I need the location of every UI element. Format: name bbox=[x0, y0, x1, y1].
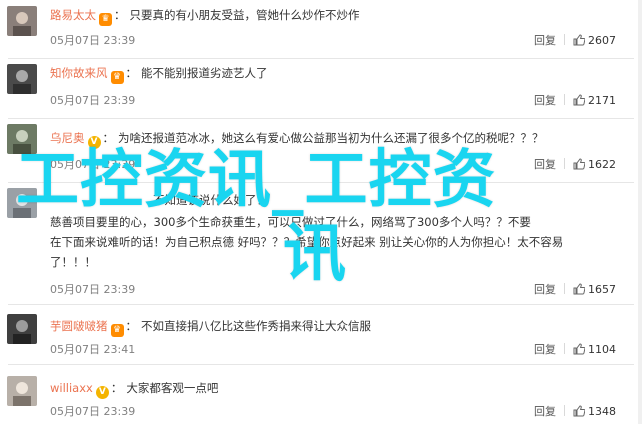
scrollbar[interactable] bbox=[638, 0, 642, 424]
thumbs-up-icon bbox=[573, 158, 586, 170]
comment-text: 能不能别报道劣迹艺人了 bbox=[141, 66, 268, 80]
like-count: 2171 bbox=[588, 94, 616, 107]
divider bbox=[564, 343, 565, 354]
avatar[interactable] bbox=[7, 314, 37, 344]
username-link[interactable]: 芋圆啵啵猪 bbox=[50, 319, 108, 333]
divider bbox=[564, 405, 565, 416]
like-count: 2607 bbox=[588, 34, 616, 47]
timestamp: 05月07日 23:41 bbox=[50, 343, 136, 356]
thumbs-up-icon bbox=[573, 343, 586, 355]
comment-text: 不如直接捐八亿比这些作秀捐来得让大众信服 bbox=[141, 319, 371, 333]
reply-button[interactable]: 回复 bbox=[534, 94, 556, 107]
divider bbox=[564, 94, 565, 105]
like-button[interactable]: 1104 bbox=[573, 343, 616, 356]
divider bbox=[564, 34, 565, 45]
username-link[interactable]: 乌尼奥 bbox=[50, 131, 85, 145]
comment-item: 不知道该说什么好了！ 慈善项目要里的心，300多个生命获重生，可以只做过了什么，… bbox=[0, 182, 642, 304]
avatar[interactable] bbox=[7, 6, 37, 36]
avatar[interactable] bbox=[7, 188, 37, 218]
reply-button[interactable]: 回复 bbox=[534, 34, 556, 47]
comment-text: 不知道该说什么好了！ bbox=[153, 193, 268, 207]
thumbs-up-icon bbox=[573, 34, 586, 46]
divider bbox=[564, 158, 565, 169]
thumbs-up-icon bbox=[573, 405, 586, 417]
verified-badge-icon: V bbox=[87, 136, 101, 149]
like-button[interactable]: 2171 bbox=[573, 94, 616, 107]
colon: ： bbox=[125, 66, 138, 80]
like-count: 1104 bbox=[588, 343, 616, 356]
like-count: 1622 bbox=[588, 158, 616, 171]
avatar[interactable] bbox=[7, 124, 37, 154]
username-link[interactable]: williaxx bbox=[50, 381, 93, 395]
vip-badge-icon: ♛ bbox=[99, 13, 112, 26]
timestamp: 05月07日 23:39 bbox=[50, 283, 136, 296]
reply-button[interactable]: 回复 bbox=[534, 405, 556, 418]
like-button[interactable]: 1657 bbox=[573, 283, 616, 296]
verified-badge-icon: V bbox=[95, 386, 109, 399]
comment-text: 为啥还报道范冰冰，她这么有爱心做公益那当初为什么还漏了很多个亿的税呢？？？ bbox=[118, 131, 544, 145]
colon: ： bbox=[114, 8, 126, 22]
timestamp: 05月07日 23:39 bbox=[50, 158, 136, 171]
colon: ： bbox=[125, 319, 138, 333]
vip-badge-icon: ♛ bbox=[110, 324, 124, 337]
comment-text-line: 在下面来说难听的话！为自己积点德 好吗？？？希望你点好起来 别让关心你的人为你担… bbox=[50, 235, 564, 249]
vip-badge-icon: ♛ bbox=[110, 71, 124, 84]
reply-button[interactable]: 回复 bbox=[534, 283, 556, 296]
timestamp: 05月07日 23:39 bbox=[50, 34, 136, 47]
comment-item: williaxx V：大家都客观一点吧 05月07日 23:39 回复 1348 bbox=[0, 364, 642, 424]
like-button[interactable]: 1348 bbox=[573, 405, 616, 418]
like-count: 1348 bbox=[588, 405, 616, 418]
reply-button[interactable]: 回复 bbox=[534, 343, 556, 356]
colon: ： bbox=[102, 131, 115, 145]
username-link[interactable]: 知你故来风 bbox=[50, 66, 108, 80]
like-button[interactable]: 2607 bbox=[573, 34, 616, 47]
comment-text: 只要真的有小朋友受益，管她什么炒作不炒作 bbox=[129, 8, 360, 22]
comment-item: 路易太太 ♛：只要真的有小朋友受益，管她什么炒作不炒作 05月07日 23:39 … bbox=[0, 0, 642, 58]
comment-list: 路易太太 ♛：只要真的有小朋友受益，管她什么炒作不炒作 05月07日 23:39 … bbox=[0, 0, 642, 424]
username-link[interactable]: 路易太太 bbox=[50, 8, 96, 22]
thumbs-up-icon bbox=[573, 283, 586, 295]
comment-text: 大家都客观一点吧 bbox=[126, 381, 219, 395]
avatar[interactable] bbox=[7, 64, 37, 94]
comment-item: 芋圆啵啵猪 ♛：不如直接捐八亿比这些作秀捐来得让大众信服 05月07日 23:41… bbox=[0, 304, 642, 364]
colon: ： bbox=[110, 381, 123, 395]
comment-item: 知你故来风 ♛：能不能别报道劣迹艺人了 05月07日 23:39 回复 2171 bbox=[0, 58, 642, 118]
timestamp: 05月07日 23:39 bbox=[50, 94, 136, 107]
thumbs-up-icon bbox=[573, 94, 586, 106]
timestamp: 05月07日 23:39 bbox=[50, 405, 136, 418]
like-count: 1657 bbox=[588, 283, 616, 296]
reply-button[interactable]: 回复 bbox=[534, 158, 556, 171]
comment-item: 乌尼奥 V：为啥还报道范冰冰，她这么有爱心做公益那当初为什么还漏了很多个亿的税呢？… bbox=[0, 118, 642, 182]
like-button[interactable]: 1622 bbox=[573, 158, 616, 171]
divider bbox=[564, 283, 565, 294]
comment-text-line: 了！！！ bbox=[50, 255, 96, 269]
avatar[interactable] bbox=[7, 376, 37, 406]
comment-text-line: 慈善项目要里的心，300多个生命获重生，可以只做过了什么，网络骂了300多个人吗… bbox=[50, 215, 531, 229]
